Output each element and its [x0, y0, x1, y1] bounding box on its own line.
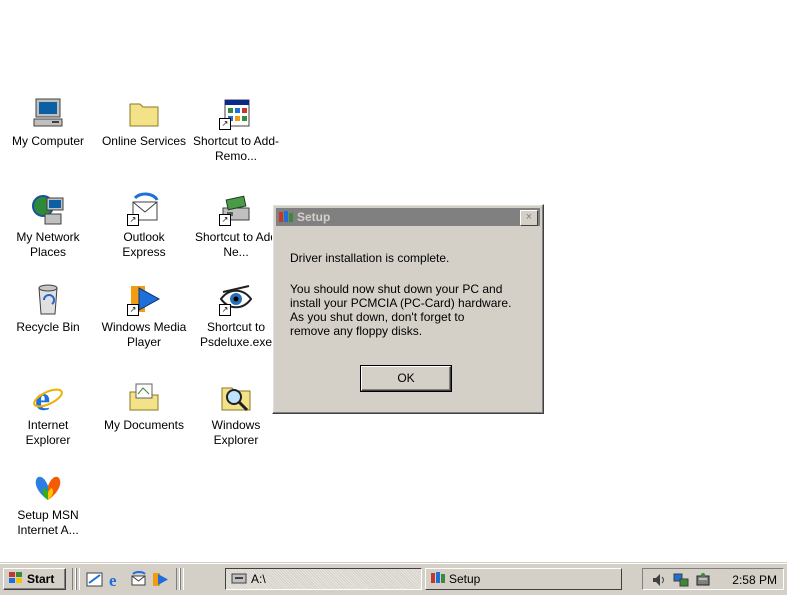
task-label: A:\ [251, 572, 266, 586]
desktop-icon-my-documents[interactable]: My Documents [98, 380, 190, 433]
network-icon [31, 192, 65, 226]
icon-label: My Network Places [16, 230, 80, 259]
icon-label: Shortcut to Psdeluxe.exe [199, 320, 273, 349]
task-button-a-drive[interactable]: A:\ [225, 568, 422, 590]
shortcut-arrow-icon: ↗ [219, 214, 231, 226]
start-label: Start [27, 572, 55, 586]
close-button[interactable]: × [520, 210, 538, 226]
icon-label: Internet Explorer [25, 418, 71, 447]
clock: 2:58 PM [732, 573, 777, 587]
add-hardware-icon: ↗ [219, 192, 253, 226]
recycle-bin-icon [31, 282, 65, 316]
icon-label: Recycle Bin [16, 320, 80, 334]
shortcut-arrow-icon: ↗ [219, 304, 231, 316]
folder-icon [127, 96, 161, 130]
desktop-icon-setup-msn[interactable]: Setup MSN Internet A... [2, 470, 94, 538]
icon-label: Online Services [101, 134, 187, 148]
internet-explorer-icon: e [31, 380, 65, 418]
dialog-title: Setup [297, 210, 331, 224]
computer-icon [31, 96, 65, 130]
task-button-setup[interactable]: Setup [425, 568, 622, 590]
icon-label: Shortcut to Add Ne... [194, 230, 278, 259]
media-player-icon[interactable] [152, 571, 169, 588]
shortcut-arrow-icon: ↗ [127, 304, 139, 316]
network-connection-icon[interactable] [673, 572, 689, 588]
documents-folder-icon [127, 380, 161, 414]
desktop-icon-my-network-places[interactable]: My Network Places [2, 192, 94, 260]
start-button[interactable]: Start [3, 568, 66, 590]
system-tray: 2:58 PM [642, 568, 784, 590]
msn-butterfly-icon [31, 470, 65, 504]
dialog-titlebar[interactable]: Setup × [276, 208, 540, 226]
setup-dialog: Setup × Driver installation is complete.… [272, 204, 544, 414]
icon-label: Windows Media Player [101, 320, 187, 349]
icon-label: Setup MSN Internet A... [17, 508, 79, 537]
outlook-express-icon: ↗ [127, 192, 161, 226]
pc-card-icon[interactable] [695, 572, 711, 588]
internet-explorer-icon[interactable]: e [108, 571, 125, 590]
eye-icon: ↗ [219, 282, 253, 316]
completion-message: Driver installation is complete. [290, 251, 450, 265]
setup-icon [279, 210, 293, 224]
floppy-drive-icon [231, 571, 247, 588]
desktop-icon-outlook-express[interactable]: ↗ Outlook Express [98, 192, 190, 260]
desktop-icon-windows-media-player[interactable]: ↗ Windows Media Player [98, 282, 190, 350]
taskbar-separator [76, 568, 80, 590]
shortcut-arrow-icon: ↗ [127, 214, 139, 226]
desktop-icon-online-services[interactable]: Online Services [98, 96, 190, 149]
icon-label: My Computer [11, 134, 85, 148]
show-desktop-icon[interactable] [86, 571, 103, 588]
shutdown-instructions: You should now shut down your PC and ins… [290, 282, 512, 338]
svg-text:e: e [109, 571, 117, 588]
icon-label: Outlook Express [122, 230, 166, 259]
taskbar-separator [180, 568, 184, 590]
shortcut-arrow-icon: ↗ [219, 118, 231, 130]
taskbar: Start e A:\ Setup 2:58 PM [0, 563, 787, 595]
desktop-icon-add-remove-shortcut[interactable]: ↗ Shortcut to Add-Remo... [190, 96, 282, 164]
control-panel-icon: ↗ [219, 96, 253, 130]
desktop-icon-recycle-bin[interactable]: Recycle Bin [2, 282, 94, 335]
desktop-icon-internet-explorer[interactable]: e Internet Explorer [2, 380, 94, 448]
outlook-express-icon[interactable] [130, 571, 147, 588]
icon-label: My Documents [103, 418, 185, 432]
media-player-icon: ↗ [127, 282, 161, 316]
desktop-icon-my-computer[interactable]: My Computer [2, 96, 94, 149]
ok-button[interactable]: OK [360, 365, 452, 392]
volume-icon[interactable] [651, 572, 667, 588]
desktop-icon-add-new-hardware-shortcut[interactable]: ↗ Shortcut to Add Ne... [190, 192, 282, 260]
icon-label: Shortcut to Add-Remo... [192, 134, 280, 163]
desktop-icon-psdeluxe-shortcut[interactable]: ↗ Shortcut to Psdeluxe.exe [190, 282, 282, 350]
explorer-magnifier-icon [219, 380, 253, 414]
desktop-icon-windows-explorer[interactable]: Windows Explorer [190, 380, 282, 448]
windows-logo-icon [8, 571, 24, 588]
setup-icon [431, 571, 445, 588]
icon-label: Windows Explorer [211, 418, 261, 447]
task-label: Setup [449, 572, 481, 586]
